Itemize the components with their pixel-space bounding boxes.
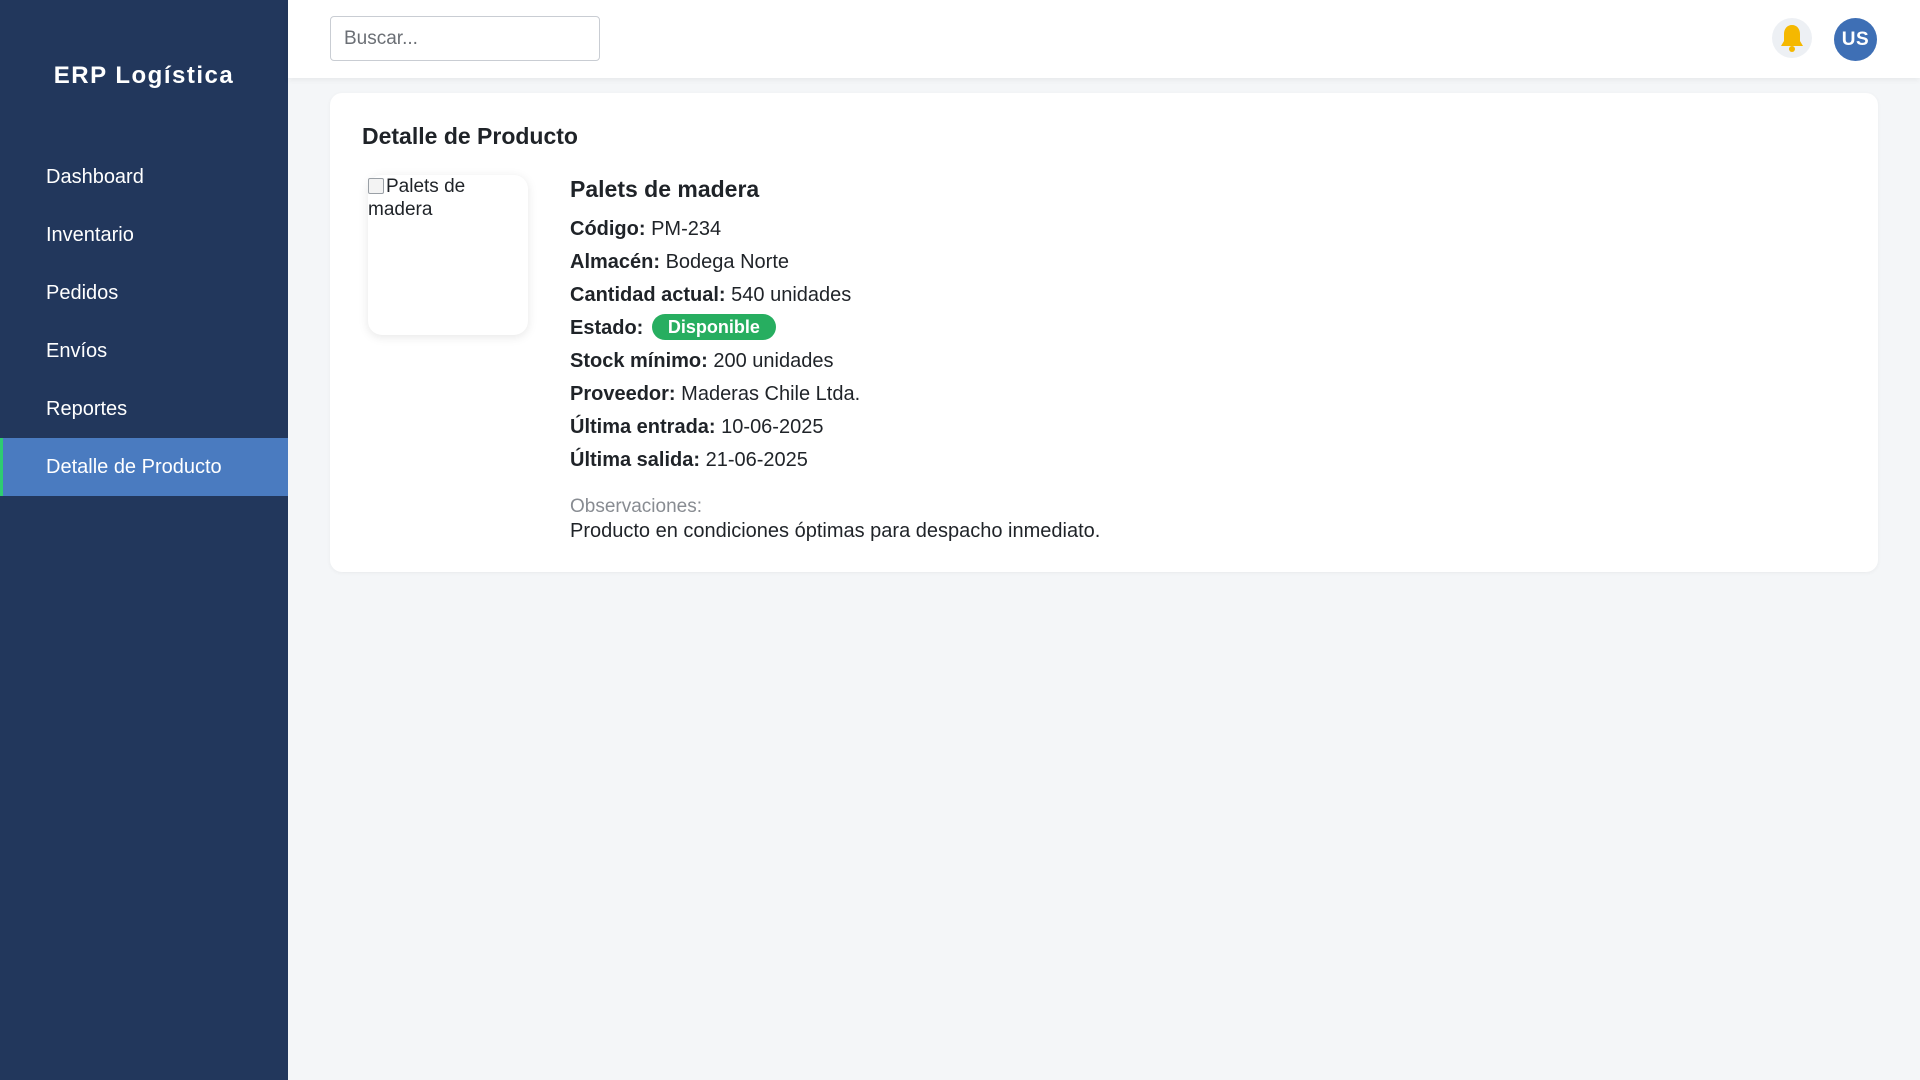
bell-icon	[1781, 25, 1803, 52]
product-image-alt: Palets de madera	[368, 175, 528, 221]
detail-row-ultima-entrada: Última entrada: 10-06-2025	[570, 411, 1100, 444]
brand-logo: ERP Logística	[53, 62, 235, 89]
detail-row-proveedor: Proveedor: Maderas Chile Ltda.	[570, 378, 1100, 411]
product-image: Palets de madera	[368, 175, 528, 335]
observations-label: Observaciones:	[570, 496, 703, 517]
product-details: Palets de madera Código: PM-234 Almacén:…	[570, 175, 1100, 543]
detail-value: PM-234	[651, 218, 722, 240]
detail-row-estado: Estado: Disponible	[570, 312, 1100, 345]
top-bar: US	[288, 0, 1920, 78]
avatar-initials: US	[1841, 28, 1870, 50]
sidebar-item-reportes[interactable]: Reportes	[0, 380, 288, 438]
broken-image-icon	[368, 178, 384, 194]
detail-value: 540 unidades	[731, 284, 852, 306]
detail-row-almacen: Almacén: Bodega Norte	[570, 246, 1100, 279]
observations-text: Producto en condiciones óptimas para des…	[570, 520, 1101, 542]
detail-value: 21-06-2025	[705, 449, 808, 471]
product-name: Palets de madera	[570, 176, 760, 202]
sidebar-item-dashboard[interactable]: Dashboard	[0, 148, 288, 206]
search-input[interactable]	[330, 16, 600, 61]
sidebar-item-envios[interactable]: Envíos	[0, 322, 288, 380]
detail-value: Bodega Norte	[665, 251, 790, 273]
detail-row-codigo: Código: PM-234	[570, 213, 1100, 246]
detail-label: Cantidad actual:	[570, 284, 726, 306]
sidebar-item-inventario[interactable]: Inventario	[0, 206, 288, 264]
detail-label: Última salida:	[570, 449, 701, 471]
sidebar-item-detalle-producto[interactable]: Detalle de Producto	[0, 438, 288, 496]
detail-row-cantidad: Cantidad actual: 540 unidades	[570, 279, 1100, 312]
detail-value: 10-06-2025	[721, 416, 824, 438]
sidebar: ERP Logística Dashboard Inventario Pedid…	[0, 0, 288, 1080]
detail-row-stock-minimo: Stock mínimo: 200 unidades	[570, 345, 1100, 378]
detail-row-ultima-salida: Última salida: 21-06-2025	[570, 444, 1100, 477]
sidebar-nav: Dashboard Inventario Pedidos Envíos Repo…	[0, 148, 288, 496]
page-title: Detalle de Producto	[362, 123, 578, 149]
detail-label: Stock mínimo:	[570, 350, 708, 372]
sidebar-item-pedidos[interactable]: Pedidos	[0, 264, 288, 322]
user-avatar[interactable]: US	[1834, 18, 1877, 61]
detail-label: Almacén:	[570, 251, 661, 273]
detail-label: Código:	[570, 218, 646, 240]
detail-label: Última entrada:	[570, 416, 716, 438]
detail-value: 200 unidades	[713, 350, 834, 372]
detail-label: Estado:	[570, 317, 644, 339]
notifications-button[interactable]	[1772, 18, 1812, 58]
status-badge: Disponible	[651, 314, 776, 340]
detail-label: Proveedor:	[570, 383, 676, 405]
detail-value: Maderas Chile Ltda.	[681, 383, 861, 405]
product-detail-card: Detalle de Producto Palets de madera Pal…	[330, 93, 1878, 572]
